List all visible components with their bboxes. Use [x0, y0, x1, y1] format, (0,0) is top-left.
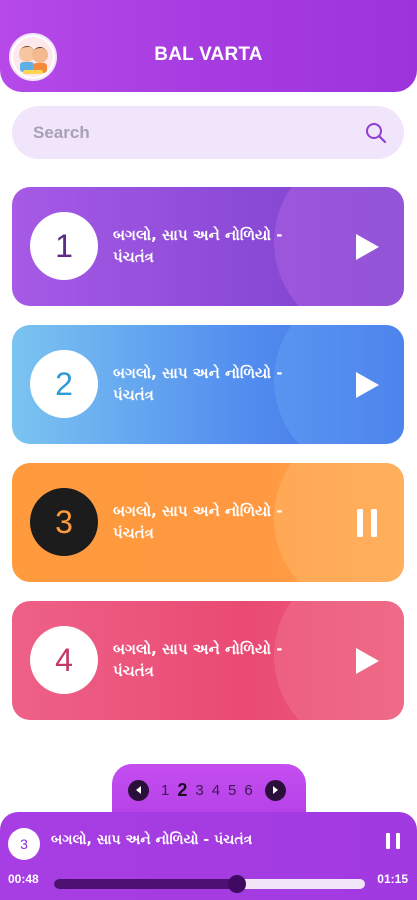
progress-fill: [54, 879, 238, 889]
page-1[interactable]: 1: [161, 782, 169, 799]
page-4[interactable]: 4: [212, 782, 220, 799]
story-card[interactable]: 2 બગલો, સાપ અને નોળિયો - પંચતંત્ર: [12, 325, 404, 444]
pause-icon[interactable]: [386, 833, 400, 851]
play-icon[interactable]: [352, 646, 382, 676]
pause-icon[interactable]: [352, 508, 382, 538]
player-story-title: બગલો, સાપ અને નોળિયો - પંચતંત્ર: [51, 832, 253, 848]
story-title: બગલો, સાપ અને નોળિયો - પંચતંત્ર: [113, 640, 283, 680]
slider-thumb[interactable]: [228, 875, 247, 893]
story-title: બગલો, સાપ અને નોળિયો - પંચતંત્ર: [113, 226, 283, 266]
page-5[interactable]: 5: [228, 782, 236, 799]
search-icon[interactable]: [364, 121, 388, 145]
page-2-current[interactable]: 2: [177, 780, 187, 801]
story-card[interactable]: 4 બગલો, સાપ અને નોળિયો - પંચતંત્ર: [12, 601, 404, 720]
total-time: 01:15: [377, 872, 408, 886]
story-card[interactable]: 1 બગલો, સાપ અને નોળિયો - પંચતંત્ર: [12, 187, 404, 306]
play-icon[interactable]: [352, 370, 382, 400]
progress-slider[interactable]: [54, 875, 365, 893]
chevron-right-icon[interactable]: [264, 779, 286, 801]
story-number: 2: [30, 350, 98, 418]
story-card-active[interactable]: 3 બગલો, સાપ અને નોળિયો - પંચતંત્ર: [12, 463, 404, 582]
chevron-left-icon[interactable]: [128, 779, 149, 801]
story-title: બગલો, સાપ અને નોળિયો - પંચતંત્ર: [113, 502, 283, 542]
story-title: બગલો, સાપ અને નોળિયો - પંચતંત્ર: [113, 364, 283, 404]
search-input[interactable]: [33, 122, 364, 143]
search-bar[interactable]: [12, 106, 404, 159]
page-3[interactable]: 3: [195, 782, 203, 799]
audio-player: 3 બગલો, સાપ અને નોળિયો - પંચતંત્ર 00:48 …: [0, 812, 417, 900]
story-number: 1: [30, 212, 98, 280]
player-story-number: 3: [8, 828, 40, 860]
story-number: 3: [30, 488, 98, 556]
page-6[interactable]: 6: [244, 782, 252, 799]
app-title: BAL VARTA: [154, 44, 263, 65]
app-screen: BAL VARTA 1 બગલો, સાપ અને નોળિયો - પંચતં…: [0, 0, 417, 900]
current-time: 00:48: [8, 872, 39, 886]
play-icon[interactable]: [352, 232, 382, 262]
story-number: 4: [30, 626, 98, 694]
app-header: BAL VARTA: [0, 0, 417, 92]
